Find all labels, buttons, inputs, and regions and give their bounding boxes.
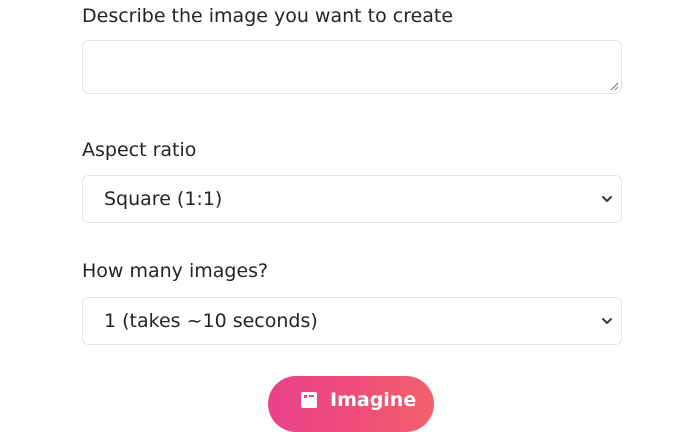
resize-grip-icon[interactable]: [609, 81, 619, 91]
prompt-textarea[interactable]: [82, 40, 622, 94]
aspect-ratio-select[interactable]: Square (1:1): [82, 175, 622, 223]
aspect-ratio-label: Aspect ratio: [82, 139, 197, 161]
prompt-label: Describe the image you want to create: [82, 5, 454, 27]
image-count-label: How many images?: [82, 260, 269, 282]
aspect-ratio-value: Square (1:1): [104, 188, 223, 210]
image-count-select[interactable]: 1 (takes ~10 seconds): [82, 297, 622, 345]
image-count-value: 1 (takes ~10 seconds): [104, 310, 318, 332]
imagine-button[interactable]: Imagine: [268, 376, 434, 432]
imagine-button-label: Imagine: [330, 389, 417, 411]
chevron-down-icon: [602, 196, 612, 202]
image-icon: [301, 392, 317, 408]
chevron-down-icon: [602, 318, 612, 324]
